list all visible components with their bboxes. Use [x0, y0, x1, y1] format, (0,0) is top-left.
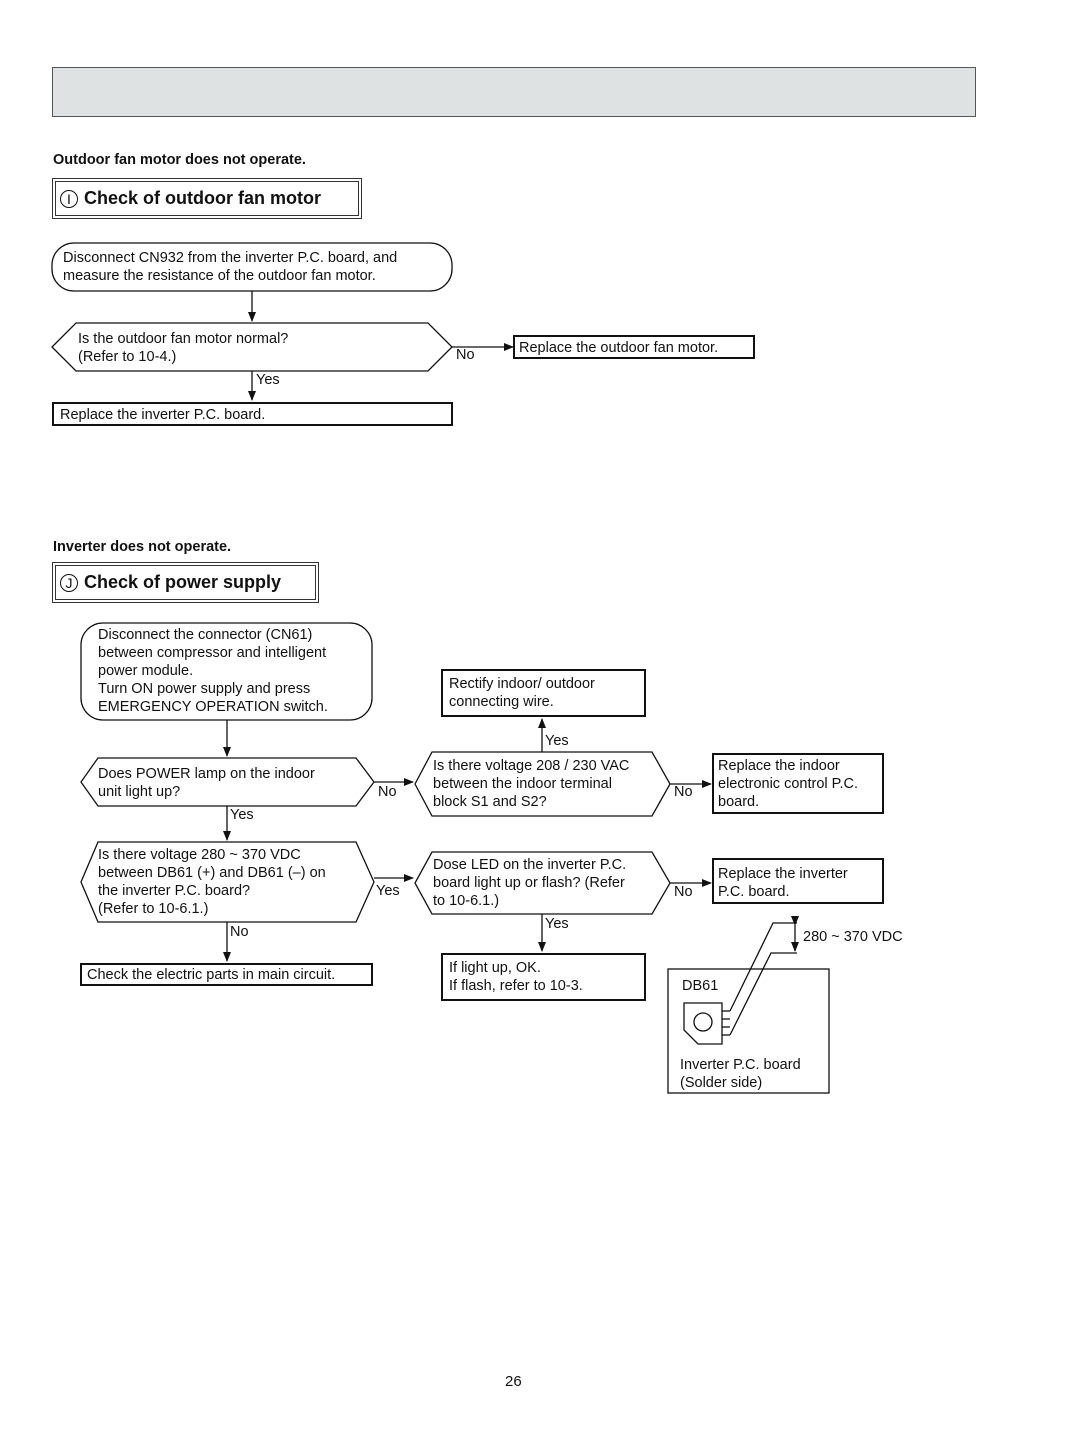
q2-yes-label: Yes [376, 883, 400, 899]
badge-i-icon: I [60, 189, 78, 208]
page-number: 26 [505, 1373, 522, 1390]
section-title-i: I Check of outdoor fan motor [52, 178, 362, 219]
replace-inverter-board-box-i: Replace the inverter P.C. board. [52, 402, 453, 426]
replace-indoor-board-box: Replace the indoor electronic control P.… [712, 753, 884, 814]
q3-text: Is there voltage 208 / 230 VAC between t… [433, 758, 630, 810]
q4-text: Dose LED on the inverter P.C. board ligh… [433, 857, 627, 909]
rectify-wire-box: Rectify indoor/ outdoor connecting wire. [441, 669, 646, 717]
subheading-inverter: Inverter does not operate. [53, 539, 232, 555]
q3-no-label: No [674, 784, 693, 800]
decision-i-yes-label: Yes [256, 372, 280, 388]
start-step-i-text: Disconnect CN932 from the inverter P.C. … [63, 250, 398, 284]
replace-inverter-board-box-j: Replace the inverter P.C. board. [712, 858, 884, 904]
section-title-i-text: Check of outdoor fan motor [84, 188, 321, 208]
q4-yes-label: Yes [545, 916, 569, 932]
decision-i-no-label: No [456, 347, 475, 363]
db61-label: DB61 [682, 978, 719, 994]
decision-i-text: Is the outdoor fan motor normal? (Refer … [78, 331, 289, 365]
q3-yes-label: Yes [545, 733, 569, 749]
start-step-j-text: Disconnect the connector (CN61) between … [98, 627, 328, 715]
subheading-outdoor-fan: Outdoor fan motor does not operate. [53, 152, 306, 168]
dc-voltage-label: 280 ~ 370 VDC [803, 929, 903, 945]
led-result-box: If light up, OK. If flash, refer to 10-3… [441, 953, 646, 1001]
replace-outdoor-fan-motor-box: Replace the outdoor fan motor. [513, 335, 755, 359]
inverter-board-label: Inverter P.C. board (Solder side) [680, 1057, 801, 1091]
q1-text: Does POWER lamp on the indoor unit light… [98, 766, 315, 800]
q1-no-label: No [378, 784, 397, 800]
section-title-j-text: Check of power supply [84, 572, 282, 592]
check-electric-parts-box: Check the electric parts in main circuit… [80, 963, 373, 986]
q4-no-label: No [674, 884, 693, 900]
q2-no-label: No [230, 924, 249, 940]
section-title-j: J Check of power supply [52, 562, 319, 603]
q1-yes-label: Yes [230, 807, 254, 823]
badge-j-icon: J [60, 573, 78, 592]
q2-text: Is there voltage 280 ~ 370 VDC between D… [98, 847, 326, 917]
